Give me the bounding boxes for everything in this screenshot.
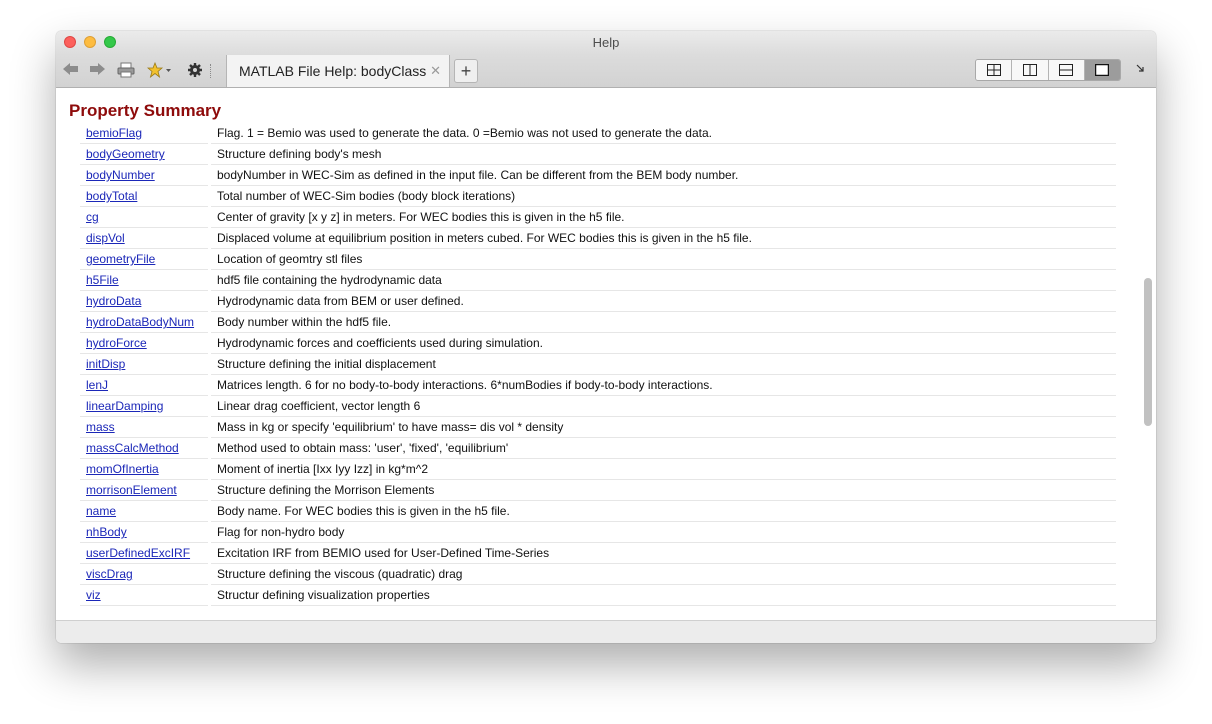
property-link[interactable]: momOfInertia — [80, 459, 208, 480]
property-description: Location of geomtry stl files — [211, 249, 1116, 270]
table-row: linearDamping Linear drag coefficient, ve… — [80, 396, 1116, 417]
forward-icon[interactable] — [88, 62, 106, 80]
title-bar: Help — [56, 31, 1156, 55]
table-row: bodyTotal Total number of WEC-Sim bodies … — [80, 186, 1116, 207]
help-window: Help MATLAB File Help: bodyClass ✕ + Pro… — [56, 31, 1156, 643]
property-link[interactable]: bodyTotal — [80, 186, 208, 207]
property-description: Body number within the hdf5 file. — [211, 312, 1116, 333]
property-link[interactable]: linearDamping — [80, 396, 208, 417]
property-link[interactable]: bodyGeometry — [80, 144, 208, 165]
toolbar-separator — [210, 64, 213, 78]
table-row: bemioFlag Flag. 1 = Bemio was used to gen… — [80, 123, 1116, 144]
property-link[interactable]: nhBody — [80, 522, 208, 543]
property-link[interactable]: dispVol — [80, 228, 208, 249]
property-link[interactable]: morrisonElement — [80, 480, 208, 501]
property-description: Flag for non-hydro body — [211, 522, 1116, 543]
favorites-star-icon[interactable] — [146, 61, 174, 80]
table-row: viscDrag Structure defining the viscous (… — [80, 564, 1116, 585]
property-link[interactable]: bemioFlag — [80, 123, 208, 144]
property-link[interactable]: massCalcMethod — [80, 438, 208, 459]
property-description: Structur defining visualization properti… — [211, 585, 1116, 606]
property-description: Mass in kg or specify 'equilibrium' to h… — [211, 417, 1116, 438]
help-content: Property Summary bemioFlag Flag. 1 = Bemi… — [56, 88, 1156, 620]
property-description: Body name. For WEC bodies this is given … — [211, 501, 1116, 522]
property-description: bodyNumber in WEC-Sim as defined in the … — [211, 165, 1116, 186]
property-description: Excitation IRF from BEMIO used for User-… — [211, 543, 1116, 564]
tab-bodyclass-help[interactable]: MATLAB File Help: bodyClass ✕ — [226, 55, 450, 87]
table-row: hydroData Hydrodynamic data from BEM or u… — [80, 291, 1116, 312]
property-description: Linear drag coefficient, vector length 6 — [211, 396, 1116, 417]
layout-grid-button[interactable] — [976, 60, 1013, 80]
table-row: bodyNumber bodyNumber in WEC-Sim as defin… — [80, 165, 1116, 186]
layout-single-icon — [1095, 64, 1110, 76]
table-row: morrisonElement Structure defining the Mo… — [80, 480, 1116, 501]
section-heading: Property Summary — [69, 101, 222, 120]
property-description: Hydrodynamic forces and coefficients use… — [211, 333, 1116, 354]
property-link[interactable]: bodyNumber — [80, 165, 208, 186]
property-table: bemioFlag Flag. 1 = Bemio was used to gen… — [80, 123, 1116, 606]
back-icon[interactable] — [62, 62, 80, 80]
expand-icon[interactable] — [1136, 63, 1144, 75]
layout-rows-icon — [1059, 64, 1074, 76]
property-description: Structure defining the Morrison Elements — [211, 480, 1116, 501]
layout-columns-icon — [1022, 64, 1037, 76]
property-link[interactable]: initDisp — [80, 354, 208, 375]
layout-grid-icon — [986, 64, 1001, 76]
table-row: viz Structur defining visualization prope… — [80, 585, 1116, 606]
print-icon[interactable] — [116, 62, 136, 80]
table-row: userDefinedExcIRF Excitation IRF from BEM… — [80, 543, 1116, 564]
gear-icon[interactable] — [186, 62, 204, 80]
property-link[interactable]: userDefinedExcIRF — [80, 543, 208, 564]
tab-label: MATLAB File Help: bodyClass — [239, 63, 427, 79]
property-description: Structure defining the initial displacem… — [211, 354, 1116, 375]
layout-columns-button[interactable] — [1012, 60, 1049, 80]
property-description: hdf5 file containing the hydrodynamic da… — [211, 270, 1116, 291]
table-row: bodyGeometry Structure defining body's me… — [80, 144, 1116, 165]
property-link[interactable]: viz — [80, 585, 208, 606]
property-description: Structure defining the viscous (quadrati… — [211, 564, 1116, 585]
table-row: lenJ Matrices length. 6 for no body-to-bo… — [80, 375, 1116, 396]
table-row: initDisp Structure defining the initial d… — [80, 354, 1116, 375]
table-row: hydroForce Hydrodynamic forces and coeffi… — [80, 333, 1116, 354]
property-description: Matrices length. 6 for no body-to-body i… — [211, 375, 1116, 396]
property-link[interactable]: hydroDataBodyNum — [80, 312, 208, 333]
property-link[interactable]: hydroData — [80, 291, 208, 312]
property-description: Total number of WEC-Sim bodies (body blo… — [211, 186, 1116, 207]
property-description: Flag. 1 = Bemio was used to generate the… — [211, 123, 1116, 144]
table-row: name Body name. For WEC bodies this is gi… — [80, 501, 1116, 522]
table-row: nhBody Flag for non-hydro body — [80, 522, 1116, 543]
property-link[interactable]: hydroForce — [80, 333, 208, 354]
table-row: dispVol Displaced volume at equilibrium p… — [80, 228, 1116, 249]
property-description: Moment of inertia [Ixx Iyy Izz] in kg*m^… — [211, 459, 1116, 480]
table-row: mass Mass in kg or specify 'equilibrium' … — [80, 417, 1116, 438]
layout-switcher — [975, 59, 1121, 81]
table-row: hydroDataBodyNum Body number within the h… — [80, 312, 1116, 333]
property-link[interactable]: geometryFile — [80, 249, 208, 270]
property-description: Center of gravity [x y z] in meters. For… — [211, 207, 1116, 228]
layout-single-button[interactable] — [1084, 60, 1120, 80]
layout-rows-button[interactable] — [1048, 60, 1085, 80]
table-row: cg Center of gravity [x y z] in meters. F… — [80, 207, 1116, 228]
table-row: h5File hdf5 file containing the hydrodyna… — [80, 270, 1116, 291]
table-row: momOfInertia Moment of inertia [Ixx Iyy I… — [80, 459, 1116, 480]
property-description: Displaced volume at equilibrium position… — [211, 228, 1116, 249]
property-description: Method used to obtain mass: 'user', 'fix… — [211, 438, 1116, 459]
vertical-scrollbar[interactable] — [1144, 278, 1152, 426]
property-link[interactable]: mass — [80, 417, 208, 438]
window-title: Help — [592, 35, 620, 50]
property-link[interactable]: cg — [80, 207, 208, 228]
table-row: geometryFile Location of geomtry stl file… — [80, 249, 1116, 270]
property-description: Hydrodynamic data from BEM or user defin… — [211, 291, 1116, 312]
property-link[interactable]: name — [80, 501, 208, 522]
toolbar: MATLAB File Help: bodyClass ✕ + — [56, 55, 1156, 88]
property-link[interactable]: viscDrag — [80, 564, 208, 585]
status-bar — [56, 620, 1156, 643]
new-tab-button[interactable]: + — [454, 59, 478, 83]
tab-close-icon[interactable]: ✕ — [430, 63, 441, 79]
property-link[interactable]: h5File — [80, 270, 208, 291]
property-link[interactable]: lenJ — [80, 375, 208, 396]
property-description: Structure defining body's mesh — [211, 144, 1116, 165]
table-row: massCalcMethod Method used to obtain mass… — [80, 438, 1116, 459]
